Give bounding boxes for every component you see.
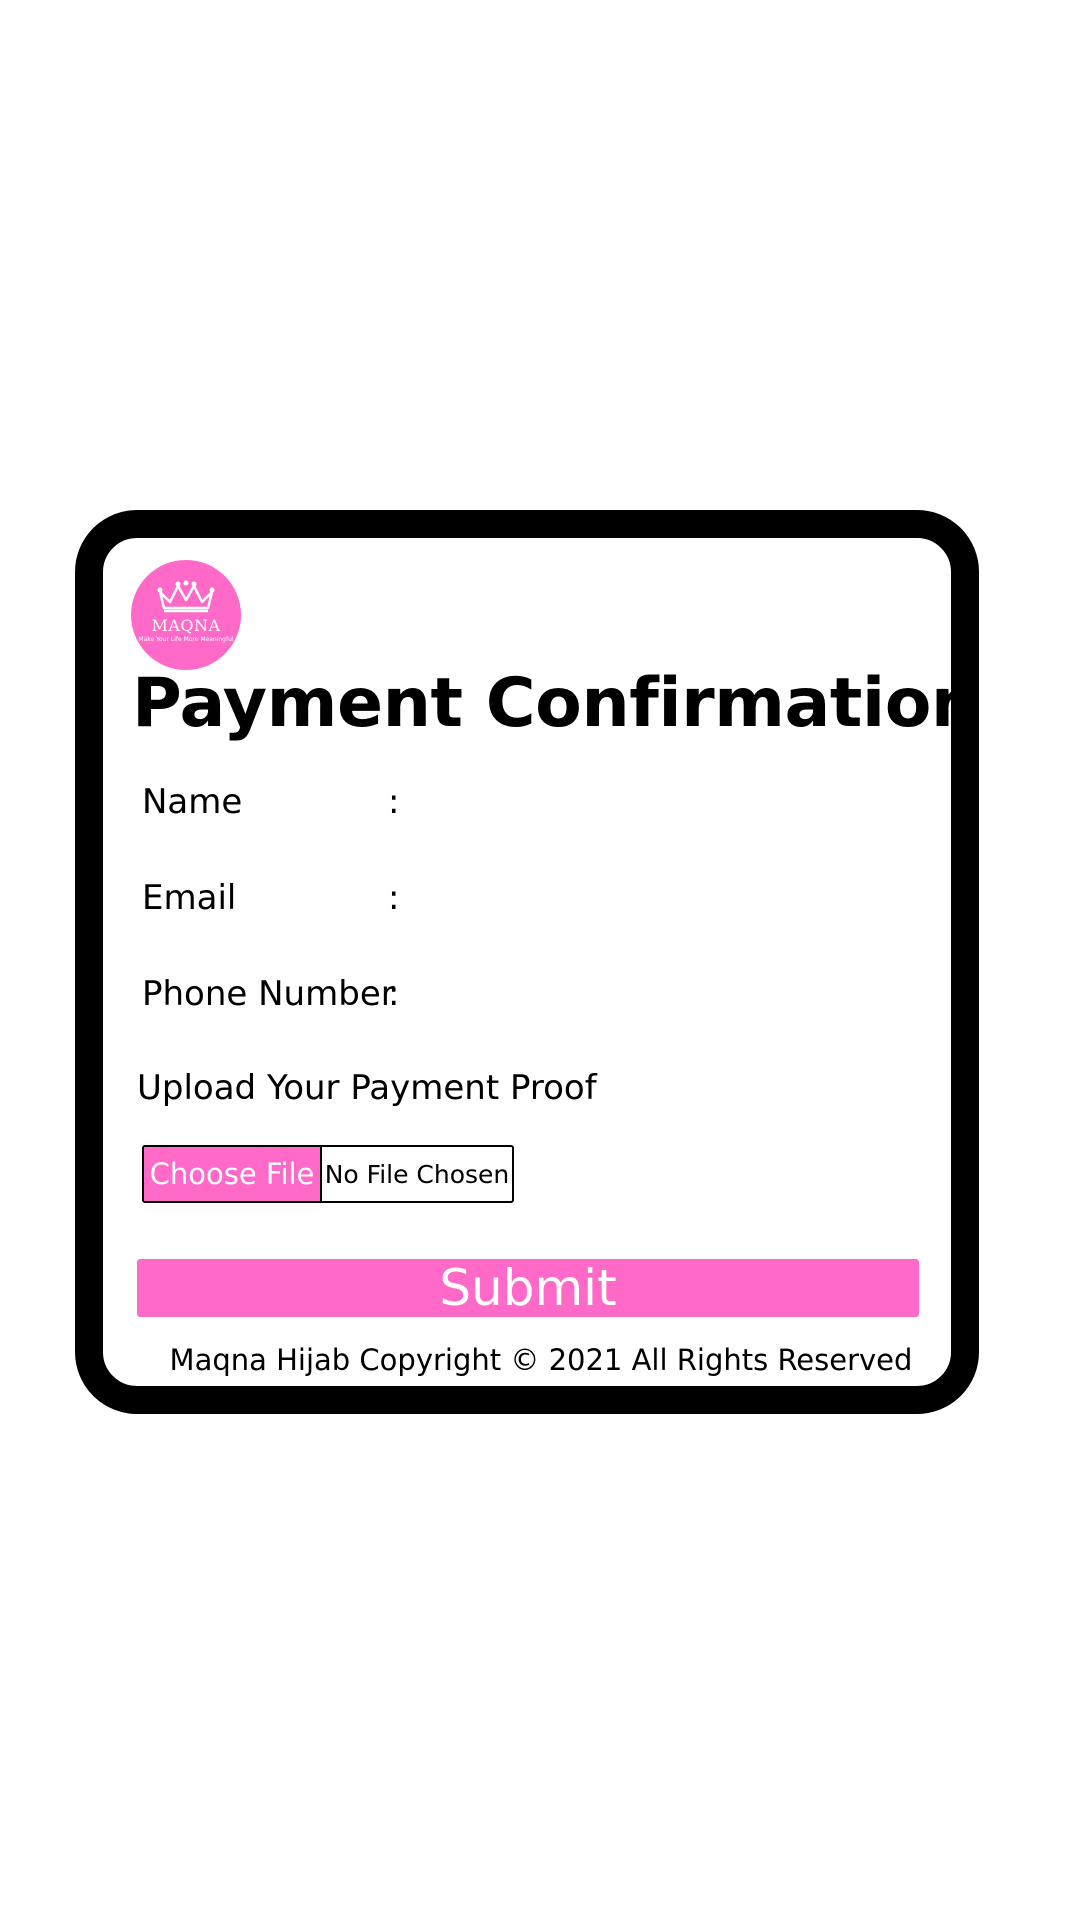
page-title: Payment Confirmation xyxy=(132,664,979,743)
logo-wordmark: MAQNA xyxy=(151,616,221,635)
copyright-footer: Maqna Hijab Copyright © 2021 All Rights … xyxy=(169,1343,913,1377)
name-colon: : xyxy=(388,782,400,822)
email-label: Email xyxy=(142,878,237,918)
maqna-logo: MAQNA Make Your Life More Meaningful xyxy=(131,560,241,670)
submit-button[interactable]: Submit xyxy=(137,1259,919,1317)
crown-icon xyxy=(157,580,215,613)
phone-row: Phone Number : xyxy=(142,974,896,1020)
choose-file-button[interactable]: Choose File xyxy=(144,1147,322,1201)
name-row: Name : xyxy=(142,782,896,828)
name-input[interactable] xyxy=(412,782,896,828)
file-status-text: No File Chosen xyxy=(324,1159,510,1189)
name-label: Name xyxy=(142,782,243,822)
email-input[interactable] xyxy=(412,878,896,924)
payment-confirmation-card: MAQNA Make Your Life More Meaningful Pay… xyxy=(75,510,979,1414)
file-picker[interactable]: Choose File No File Chosen xyxy=(142,1145,514,1203)
logo-tagline: Make Your Life More Meaningful xyxy=(138,636,234,643)
upload-label: Upload Your Payment Proof xyxy=(137,1068,597,1108)
phone-colon: : xyxy=(388,974,400,1014)
email-colon: : xyxy=(388,878,400,918)
email-row: Email : xyxy=(142,878,896,924)
phone-label: Phone Number xyxy=(142,974,395,1014)
phone-input[interactable] xyxy=(412,974,896,1020)
